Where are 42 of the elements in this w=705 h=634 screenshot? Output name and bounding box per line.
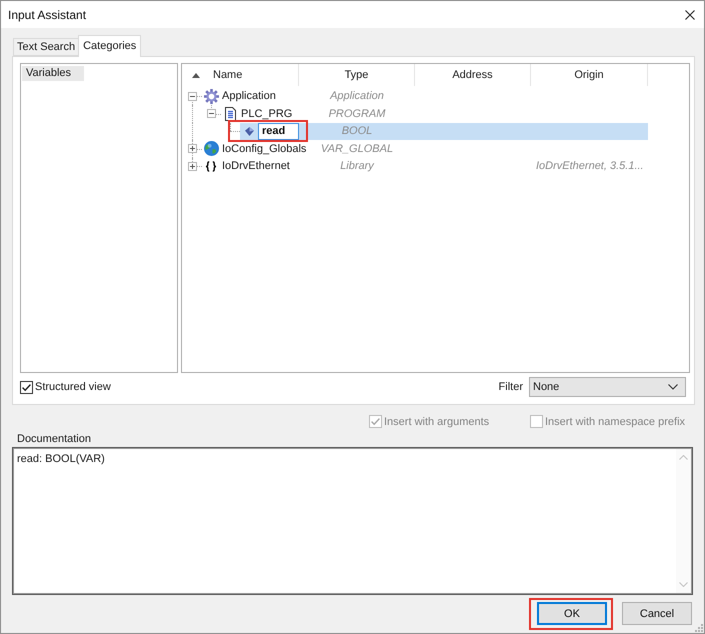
chevron-down-icon [668,384,678,390]
type-text: BOOL [342,125,372,138]
minus-box-icon[interactable] [188,92,197,101]
globe-icon [204,141,218,156]
type-text: VAR_GLOBAL [320,142,394,155]
checkbox-label: Insert with namespace prefix [545,416,686,428]
checkbox-label: Insert with arguments [384,416,490,428]
documentation-label: Documentation [17,432,91,446]
gear-icon [204,88,218,104]
minus-box-icon[interactable] [207,109,216,118]
braces-icon [205,160,217,172]
window-title: Input Assistant [8,8,86,22]
resize-grip-icon[interactable] [695,624,703,632]
filter-dropdown[interactable]: None [529,377,686,397]
rename-field[interactable]: read [258,122,299,140]
checkbox[interactable] [20,380,33,394]
tree-item-label[interactable]: PLC_PRG [241,108,292,120]
column-header[interactable]: Address [415,64,531,86]
plus-box-icon[interactable] [188,144,197,154]
column-header[interactable]: Name [182,64,299,86]
type-text: Library [340,160,374,172]
column-header[interactable]: Origin [531,64,648,86]
tree-item-label[interactable]: IoConfig_Globals [222,142,306,155]
close-icon[interactable] [685,10,695,20]
tab[interactable]: Text Search [13,38,80,56]
diamond-icon [244,126,254,136]
column-header[interactable]: Type [299,64,415,86]
filter-label: Filter [498,381,523,393]
checkbox-label: Structured view [35,381,111,393]
plus-box-icon[interactable] [188,162,197,171]
type-text: Application [330,90,384,102]
type-text: PROGRAM [328,108,386,120]
tree-item-label[interactable]: IoDrvEthernet [222,160,290,172]
cancel-button[interactable]: Cancel [622,602,692,625]
documentation-text: read: BOOL(VAR) [17,453,105,465]
document-icon [224,106,236,121]
origin-text: IoDrvEthernet, 3.5.1... [536,160,644,172]
category-item[interactable]: Variables [22,66,84,81]
selected-row-highlight[interactable]: read BOOL [240,122,648,140]
ok-button[interactable]: OK [537,602,607,625]
tree-item-label[interactable]: Application [222,90,276,102]
tab[interactable]: Categories [78,35,142,57]
